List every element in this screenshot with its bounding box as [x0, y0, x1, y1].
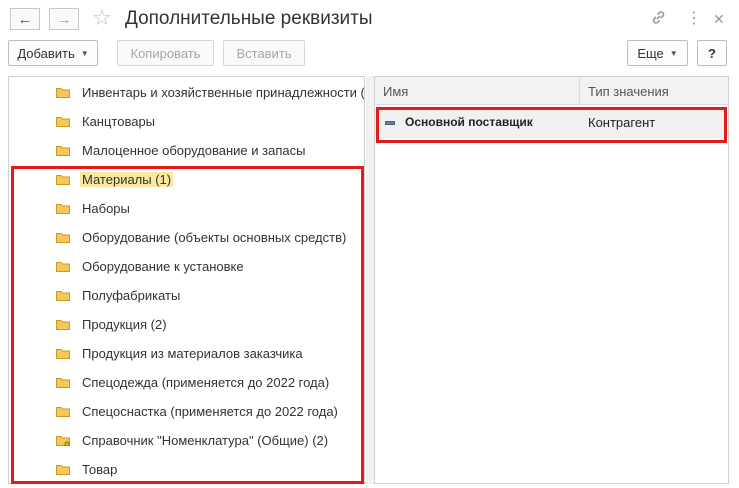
- tree-item-label: Оборудование к установке: [82, 259, 244, 274]
- folder-icon: [56, 262, 70, 272]
- column-header-name[interactable]: Имя: [383, 84, 408, 99]
- arrow-right-icon: →: [56, 10, 72, 28]
- column-divider: [579, 77, 580, 104]
- link-icon[interactable]: [650, 9, 667, 32]
- copy-button[interactable]: Копировать: [117, 40, 214, 66]
- tree-item[interactable]: Оборудование (объекты основных средств): [9, 225, 364, 254]
- tree-item-label: Товар: [82, 462, 118, 477]
- tree-item-label: Наборы: [82, 201, 130, 216]
- close-icon[interactable]: ✕: [713, 9, 725, 29]
- help-button[interactable]: ?: [697, 40, 727, 66]
- cell-name: Основной поставщик: [405, 115, 533, 129]
- tree-item[interactable]: Продукция (2): [9, 312, 364, 341]
- add-button[interactable]: Добавить ▼: [8, 40, 98, 66]
- back-button[interactable]: ←: [10, 8, 40, 30]
- tree-item[interactable]: Инвентарь и хозяйственные принадлежности…: [9, 80, 365, 109]
- more-button[interactable]: Еще ▼: [627, 40, 688, 66]
- tree-item-label: Материалы (1): [80, 172, 174, 187]
- copy-button-label: Копировать: [130, 45, 201, 61]
- title-bar: ← → ☆ Дополнительные реквизиты ⋮ ✕: [0, 0, 739, 38]
- attributes-table[interactable]: Имя Тип значения Основной поставщик Конт…: [374, 76, 729, 484]
- arrow-left-icon: ←: [17, 10, 33, 28]
- page-title: Дополнительные реквизиты: [125, 8, 373, 29]
- table-header: Имя Тип значения: [375, 77, 728, 105]
- folder-icon: [56, 146, 70, 156]
- folder-icon: [56, 88, 70, 98]
- tree-item[interactable]: Полуфабрикаты: [9, 283, 364, 312]
- tree-item-label: Продукция (2): [82, 317, 167, 332]
- pane-splitter[interactable]: [366, 76, 374, 484]
- tree-item-label: Канцтовары: [82, 114, 156, 129]
- tree-item[interactable]: Канцтовары: [9, 109, 364, 138]
- tree-item[interactable]: Спецодежда (применяется до 2022 года): [9, 370, 364, 399]
- folder-icon: [56, 291, 70, 301]
- tree-item[interactable]: Оборудование к установке: [9, 254, 364, 283]
- help-button-label: ?: [708, 45, 716, 61]
- tree-item[interactable]: Продукция из материалов заказчика: [9, 341, 364, 370]
- tree-item[interactable]: Материалы (1): [9, 167, 364, 196]
- column-header-value-type[interactable]: Тип значения: [588, 84, 669, 99]
- favorite-star-icon[interactable]: ☆: [92, 5, 112, 31]
- command-bar: Добавить ▼ Копировать Вставить Еще ▼ ?: [0, 40, 739, 68]
- more-options-icon[interactable]: ⋮: [686, 9, 702, 29]
- tree-item-label: Полуфабрикаты: [82, 288, 181, 303]
- category-tree[interactable]: Инвентарь и хозяйственные принадлежности…: [8, 76, 365, 484]
- chain-link-icon: [652, 11, 665, 24]
- table-row[interactable]: Основной поставщик Контрагент: [375, 108, 728, 138]
- tree-item-label: Малоценное оборудование и запасы: [82, 143, 306, 158]
- tree-item-label: Спецодежда (применяется до 2022 года): [82, 375, 330, 390]
- folder-icon: [56, 349, 70, 359]
- tree-item-label: Оборудование (объекты основных средств): [82, 230, 347, 245]
- paste-button[interactable]: Вставить: [223, 40, 305, 66]
- add-button-label: Добавить: [17, 45, 75, 61]
- folder-icon: [56, 465, 70, 475]
- tree-item[interactable]: Наборы: [9, 196, 364, 225]
- tree-item-label: Инвентарь и хозяйственные принадлежности…: [82, 85, 365, 100]
- folder-icon: [56, 378, 70, 388]
- tree-item-label: Справочник "Номенклатура" (Общие) (2): [82, 433, 329, 448]
- attribute-icon: [385, 121, 395, 125]
- tree-item-label: Спецоснастка (применяется до 2022 года): [82, 404, 338, 419]
- forward-button[interactable]: →: [49, 8, 79, 30]
- tree-item[interactable]: Спецоснастка (применяется до 2022 года): [9, 399, 364, 428]
- folder-icon: [56, 117, 70, 127]
- chevron-down-icon: ▼: [80, 48, 89, 58]
- more-button-label: Еще: [637, 45, 664, 61]
- tree-item[interactable]: Справочник "Номенклатура" (Общие) (2): [9, 428, 364, 457]
- cell-value-type: Контрагент: [588, 115, 656, 130]
- folder-icon: [56, 320, 70, 330]
- folder-icon: [56, 436, 70, 446]
- folder-icon: [56, 407, 70, 417]
- tree-item[interactable]: Товар: [9, 457, 364, 483]
- chevron-down-icon: ▼: [669, 48, 678, 58]
- folder-icon: [56, 175, 70, 185]
- folder-icon: [56, 233, 70, 243]
- tree-item-label: Продукция из материалов заказчика: [82, 346, 303, 361]
- paste-button-label: Вставить: [236, 45, 292, 61]
- folder-icon: [56, 204, 70, 214]
- tree-item[interactable]: Малоценное оборудование и запасы: [9, 138, 364, 167]
